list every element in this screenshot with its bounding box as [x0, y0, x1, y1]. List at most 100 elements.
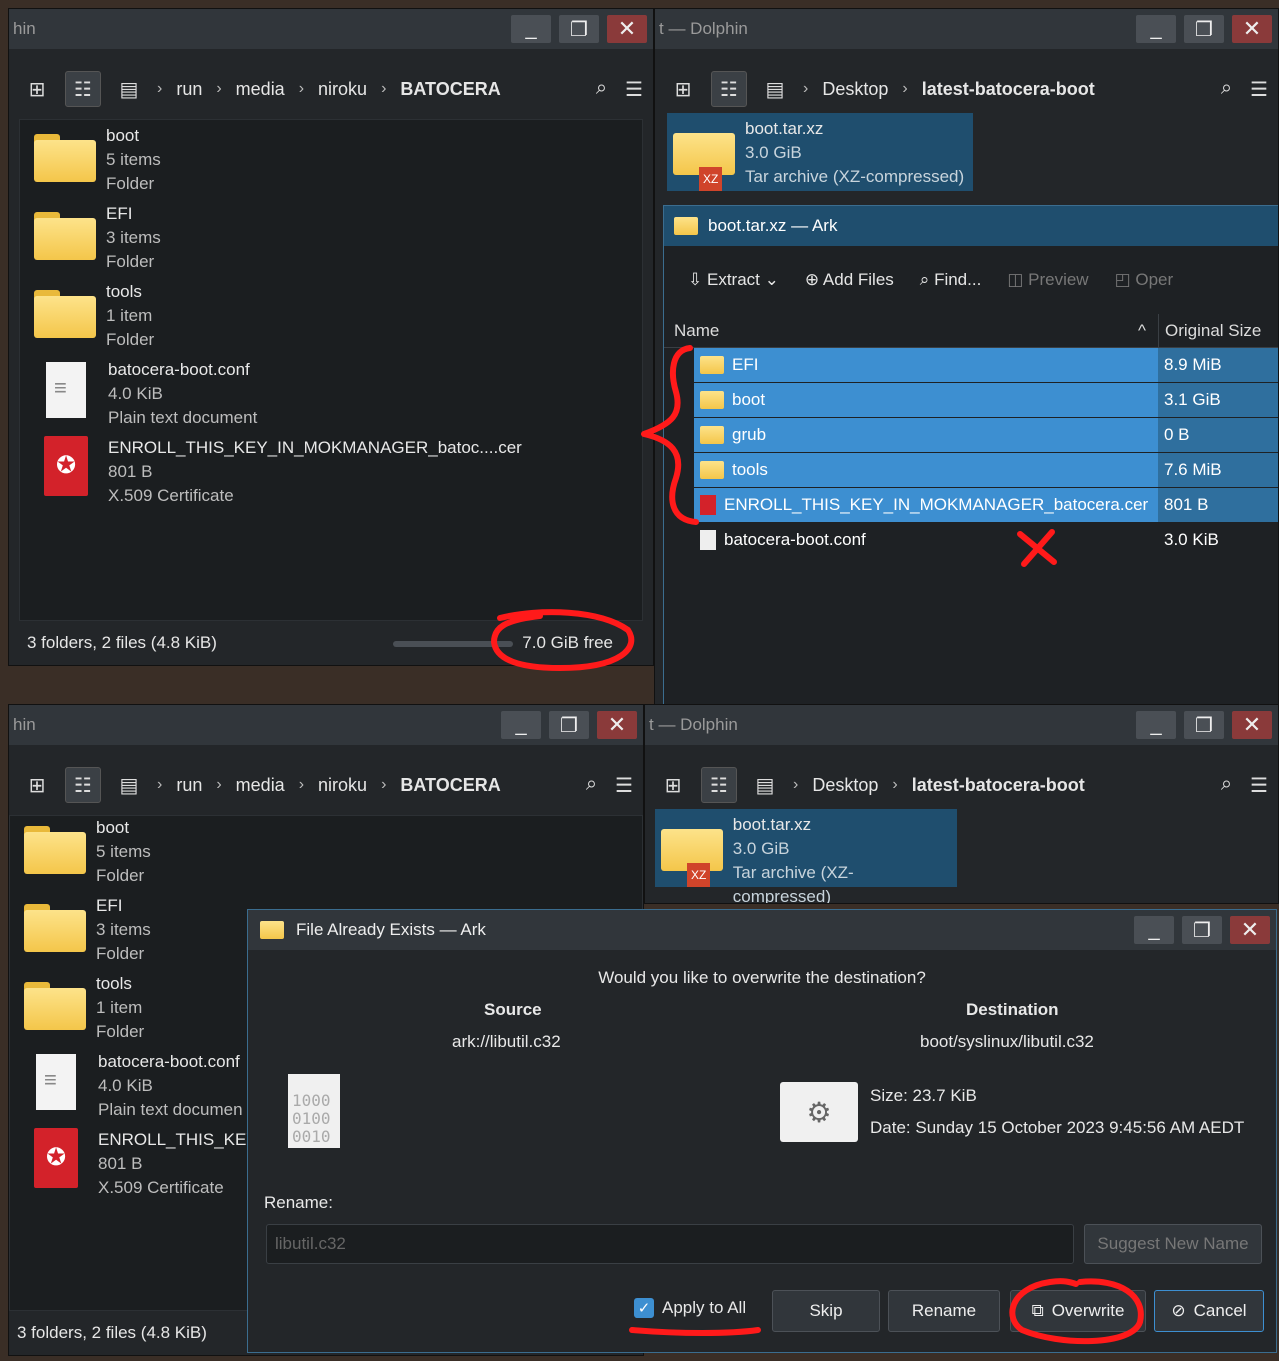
title-bar[interactable]: t — Dolphin _ ❐ ✕ — [655, 9, 1278, 49]
list-item[interactable]: ✪ ENROLL_THIS_KEY_IN_MOKMANAGER_batoc...… — [34, 436, 522, 508]
file-size: 4.0 KiB — [98, 1076, 153, 1095]
details-view-icon[interactable]: ▤ — [757, 71, 793, 107]
close-icon[interactable]: ✕ — [607, 15, 647, 43]
crumb-media[interactable]: media — [236, 79, 285, 100]
list-item[interactable]: boot 5 items Folder — [24, 816, 151, 888]
list-item[interactable]: tools 1 item Folder — [24, 972, 144, 1044]
minimize-icon[interactable]: _ — [1136, 711, 1176, 739]
archive-item[interactable]: XZ boot.tar.xz 3.0 GiB Tar archive (XZ-com… — [667, 113, 973, 191]
compact-view-icon[interactable]: ☷ — [65, 71, 101, 107]
skip-button[interactable]: Skip — [772, 1290, 880, 1332]
close-icon[interactable]: ✕ — [597, 711, 637, 739]
overwrite-button[interactable]: ⧉ Overwrite — [1010, 1290, 1146, 1332]
title-bar[interactable]: hin _ ❐ ✕ — [9, 705, 643, 745]
table-row[interactable]: batocera-boot.conf 3.0 KiB — [694, 523, 1278, 557]
table-row[interactable]: boot 3.1 GiB — [694, 383, 1278, 417]
title-bar[interactable]: hin _ ❐ ✕ — [9, 9, 653, 49]
search-icon[interactable]: ⌕ — [586, 773, 597, 798]
icons-view-icon[interactable]: ⊞ — [655, 767, 691, 803]
list-item[interactable]: batocera-boot.conf 4.0 KiB Plain text docu… — [34, 358, 257, 430]
ark-title: boot.tar.xz — Ark — [708, 216, 838, 235]
open-button[interactable]: ◰ Oper — [1115, 270, 1174, 290]
search-icon[interactable]: ⌕ — [596, 77, 607, 102]
table-row[interactable]: tools 7.6 MiB — [694, 453, 1278, 487]
compact-view-icon[interactable]: ☷ — [711, 71, 747, 107]
name-column-header[interactable]: Name ^ — [664, 314, 1158, 347]
close-icon[interactable]: ✕ — [1232, 15, 1272, 43]
icons-view-icon[interactable]: ⊞ — [665, 71, 701, 107]
apply-to-all-checkbox[interactable]: ✓ Apply to All — [634, 1298, 746, 1318]
maximize-icon[interactable]: ❐ — [1184, 711, 1224, 739]
crumb-batocera[interactable]: BATOCERA — [400, 79, 500, 100]
table-row[interactable]: grub 0 B — [694, 418, 1278, 452]
list-item[interactable]: EFI 3 items Folder — [34, 202, 161, 274]
maximize-icon[interactable]: ❐ — [1184, 15, 1224, 43]
source-path: ark://libutil.c32 — [452, 1032, 561, 1051]
search-icon[interactable]: ⌕ — [1221, 77, 1232, 102]
crumb-desktop[interactable]: Desktop — [822, 79, 888, 100]
add-files-button[interactable]: ⊕ Add Files — [805, 270, 894, 290]
dialog-title: File Already Exists — Ark — [296, 920, 486, 939]
status-text: 3 folders, 2 files (4.8 KiB) — [17, 1323, 207, 1342]
file-count: 5 items — [96, 842, 151, 861]
row-name: batocera-boot.conf — [724, 530, 866, 549]
add-files-label: Add Files — [822, 270, 894, 289]
rename-button[interactable]: Rename — [888, 1290, 1000, 1332]
preview-label: Preview — [1028, 270, 1089, 289]
crumb-niroku[interactable]: niroku — [318, 79, 367, 100]
preview-button[interactable]: ◫ Preview — [1007, 270, 1088, 290]
minimize-icon[interactable]: _ — [1136, 15, 1176, 43]
free-space-bar — [393, 641, 513, 647]
list-item[interactable]: EFI 3 items Folder — [24, 894, 151, 966]
chevron-down-icon[interactable]: ⌄ — [765, 270, 779, 289]
compact-view-icon[interactable]: ☷ — [701, 767, 737, 803]
file-type: Folder — [106, 330, 155, 349]
details-view-icon[interactable]: ▤ — [747, 767, 783, 803]
crumb-latest-batocera-boot[interactable]: latest-batocera-boot — [922, 79, 1095, 100]
icons-view-icon[interactable]: ⊞ — [19, 767, 55, 803]
find-button[interactable]: ⌕ Find... — [920, 270, 982, 290]
hamburger-menu-icon[interactable]: ☰ — [1250, 773, 1268, 798]
row-name: boot — [732, 390, 766, 409]
hamburger-menu-icon[interactable]: ☰ — [615, 773, 633, 798]
crumb-media[interactable]: media — [236, 775, 285, 796]
compact-view-icon[interactable]: ☷ — [65, 767, 101, 803]
crumb-desktop[interactable]: Desktop — [812, 775, 878, 796]
hamburger-menu-icon[interactable]: ☰ — [1250, 77, 1268, 102]
table-row[interactable]: EFI 8.9 MiB — [694, 348, 1278, 382]
extract-button[interactable]: ⇩ Extract ⌄ — [688, 270, 779, 290]
archive-item[interactable]: XZ boot.tar.xz 3.0 GiB Tar archive (XZ-com… — [655, 809, 957, 903]
icons-view-icon[interactable]: ⊞ — [19, 71, 55, 107]
size-column-header[interactable]: Original Size — [1158, 314, 1278, 347]
maximize-icon[interactable]: ❐ — [1182, 916, 1222, 944]
crumb-run[interactable]: run — [176, 775, 202, 796]
details-view-icon[interactable]: ▤ — [111, 767, 147, 803]
crumb-niroku[interactable]: niroku — [318, 775, 367, 796]
close-icon[interactable]: ✕ — [1230, 916, 1270, 944]
crumb-batocera[interactable]: BATOCERA — [400, 775, 500, 796]
file-name: batocera-boot.conf — [108, 360, 250, 379]
details-view-icon[interactable]: ▤ — [111, 71, 147, 107]
close-icon[interactable]: ✕ — [1232, 711, 1272, 739]
text-file-icon — [700, 530, 716, 550]
suggest-new-name-button[interactable]: Suggest New Name — [1084, 1224, 1262, 1264]
title-bar[interactable]: t — Dolphin _ ❐ ✕ — [645, 705, 1278, 745]
minimize-icon[interactable]: _ — [1134, 916, 1174, 944]
minimize-icon[interactable]: _ — [511, 15, 551, 43]
hamburger-menu-icon[interactable]: ☰ — [625, 77, 643, 102]
ark-title-bar[interactable]: boot.tar.xz — Ark — [664, 206, 1278, 246]
dialog-title-bar[interactable]: File Already Exists — Ark _ ❐ ✕ — [248, 910, 1276, 950]
crumb-latest-batocera-boot[interactable]: latest-batocera-boot — [912, 775, 1085, 796]
list-item[interactable]: tools 1 item Folder — [34, 280, 154, 352]
list-item[interactable]: ✪ ENROLL_THIS_KEY_ 801 B X.509 Certificate — [24, 1128, 267, 1200]
list-item[interactable]: boot 5 items Folder — [34, 124, 161, 196]
minimize-icon[interactable]: _ — [501, 711, 541, 739]
maximize-icon[interactable]: ❐ — [559, 15, 599, 43]
rename-input[interactable]: libutil.c32 — [266, 1224, 1074, 1264]
cancel-button[interactable]: ⊘ Cancel — [1154, 1290, 1264, 1332]
crumb-run[interactable]: run — [176, 79, 202, 100]
maximize-icon[interactable]: ❐ — [549, 711, 589, 739]
table-row[interactable]: ENROLL_THIS_KEY_IN_MOKMANAGER_batocera.c… — [694, 488, 1278, 522]
search-icon[interactable]: ⌕ — [1221, 773, 1232, 798]
list-item[interactable]: batocera-boot.conf 4.0 KiB Plain text docu… — [24, 1050, 243, 1122]
